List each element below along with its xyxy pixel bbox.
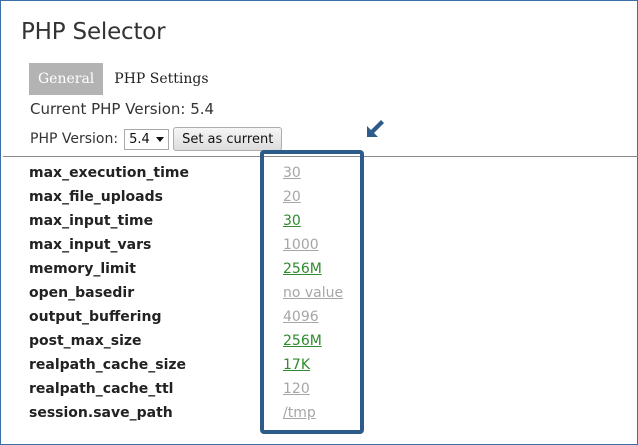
setting-value-link[interactable]: 4096 bbox=[283, 309, 319, 325]
setting-row: realpath_cache_size 17K bbox=[29, 353, 359, 377]
chevron-down-icon bbox=[156, 136, 165, 142]
setting-value-link[interactable]: /tmp bbox=[283, 405, 316, 421]
php-version-select[interactable]: 5.4 bbox=[124, 128, 170, 150]
setting-name: max_input_time bbox=[29, 213, 154, 229]
settings-list: max_execution_time 30 max_file_uploads 2… bbox=[29, 161, 359, 425]
setting-name: session.save_path bbox=[29, 405, 173, 421]
setting-name: output_buffering bbox=[29, 309, 162, 325]
setting-value-link[interactable]: 256M bbox=[283, 261, 322, 277]
tab-php-settings[interactable]: PHP Settings bbox=[103, 63, 217, 95]
setting-name: max_input_vars bbox=[29, 237, 152, 253]
setting-row: max_execution_time 30 bbox=[29, 161, 359, 185]
php-version-label: PHP Version: bbox=[30, 131, 119, 147]
setting-name: open_basedir bbox=[29, 285, 135, 301]
set-as-current-button[interactable]: Set as current bbox=[173, 127, 283, 151]
current-php-version: Current PHP Version: 5.4 bbox=[30, 100, 215, 118]
divider bbox=[3, 156, 638, 157]
setting-value-link[interactable]: 120 bbox=[283, 381, 310, 397]
setting-row: max_input_time 30 bbox=[29, 209, 359, 233]
tab-general[interactable]: General bbox=[29, 63, 104, 95]
setting-row: output_buffering 4096 bbox=[29, 305, 359, 329]
tab-bar: General PHP Settings bbox=[29, 63, 218, 95]
setting-value-link[interactable]: 256M bbox=[283, 333, 322, 349]
setting-value-link[interactable]: 1000 bbox=[283, 237, 319, 253]
setting-name: max_file_uploads bbox=[29, 189, 163, 205]
php-version-row: PHP Version: 5.4 Set as current bbox=[30, 127, 283, 151]
setting-row: max_input_vars 1000 bbox=[29, 233, 359, 257]
setting-name: post_max_size bbox=[29, 333, 142, 349]
setting-row: realpath_cache_ttl 120 bbox=[29, 377, 359, 401]
setting-value-link[interactable]: 30 bbox=[283, 213, 301, 229]
setting-row: max_file_uploads 20 bbox=[29, 185, 359, 209]
setting-row: post_max_size 256M bbox=[29, 329, 359, 353]
setting-name: realpath_cache_ttl bbox=[29, 381, 174, 397]
setting-value-link[interactable]: no value bbox=[283, 285, 343, 301]
setting-value-link[interactable]: 20 bbox=[283, 189, 301, 205]
setting-value-link[interactable]: 17K bbox=[283, 357, 310, 373]
setting-row: memory_limit 256M bbox=[29, 257, 359, 281]
php-selector-panel: PHP Selector General PHP Settings Curren… bbox=[0, 0, 638, 445]
setting-row: open_basedir no value bbox=[29, 281, 359, 305]
setting-row: session.save_path /tmp bbox=[29, 401, 359, 425]
setting-name: memory_limit bbox=[29, 261, 136, 277]
php-version-selected-value: 5.4 bbox=[129, 131, 150, 147]
setting-name: max_execution_time bbox=[29, 165, 190, 181]
setting-name: realpath_cache_size bbox=[29, 357, 187, 373]
page-title: PHP Selector bbox=[21, 19, 166, 45]
arrow-down-left-icon bbox=[367, 120, 384, 137]
setting-value-link[interactable]: 30 bbox=[283, 165, 301, 181]
